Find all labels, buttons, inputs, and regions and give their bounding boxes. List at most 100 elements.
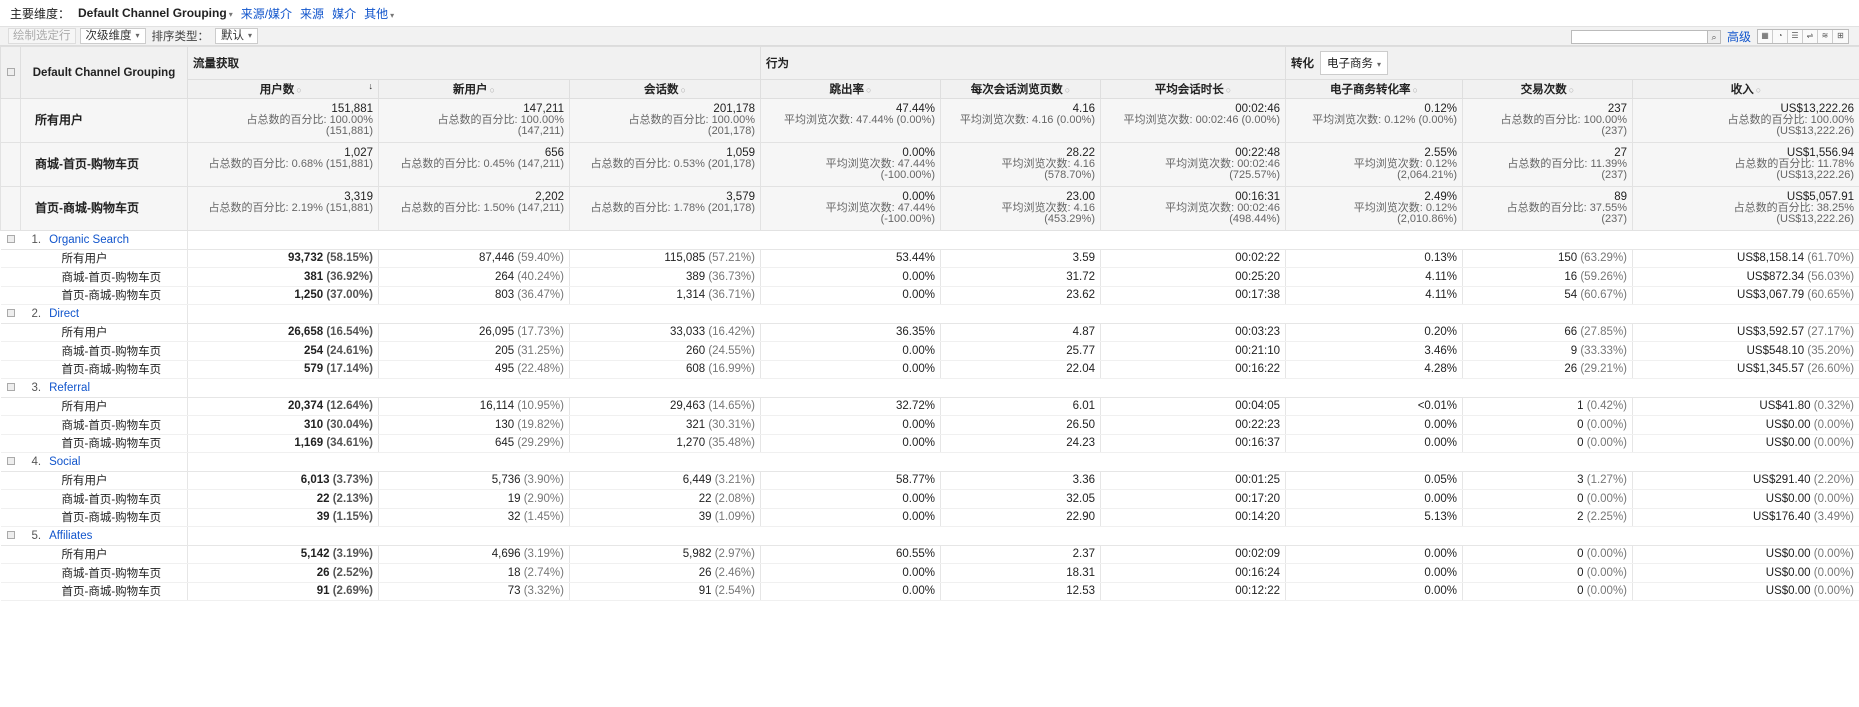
cell-value: 16,114 [479,400,515,413]
channel-link[interactable]: Affiliates [41,530,92,542]
cell-percent: (57.21%) [708,252,755,265]
dim-link-source-medium[interactable]: 来源/媒介 [241,5,292,22]
help-icon[interactable]: ○ [1569,85,1574,95]
summary-cell-ecommerce-conversion-rate: 0.12% 平均浏览次数: 0.12% (0.00%) [1285,98,1464,143]
cell-value: 803 [494,289,515,302]
cell-content: US$0.00 (0.00%) [1766,548,1854,560]
help-icon[interactable]: ○ [681,85,686,95]
pivot-view-icon[interactable]: ⊞ [1833,30,1848,43]
cell-value: 0.00% [902,289,935,302]
cell-percent: (14.65%) [708,400,755,413]
help-icon[interactable]: ○ [1065,85,1070,95]
help-icon[interactable]: ○ [490,85,495,95]
cell-users: 26,658 (16.54%) [187,323,379,342]
cell-percent: (1.15%) [332,511,373,524]
cell-value: 0.00% [902,437,935,450]
cell-value: 6,013 [300,474,330,487]
help-icon[interactable]: ○ [1413,85,1418,95]
dim-link-source[interactable]: 来源 [300,5,324,22]
dimension-header[interactable]: Default Channel Grouping [20,46,188,99]
column-header-bounce-rate[interactable]: 跳出率 ○ [760,79,941,99]
cell-pages-per-session: 24.23 [940,434,1101,453]
cell-value: 0.00% [902,492,935,505]
dim-link-other-label: 其他 [364,6,389,21]
cell-new-users: 495 (22.48%) [378,360,570,379]
row-checkbox[interactable] [0,230,21,250]
table-view-icon[interactable]: ▦ [1758,30,1773,43]
column-header-users[interactable]: 用户数 ○ ↓ [187,79,379,99]
column-header-sessions[interactable]: 会话数 ○ [569,79,761,99]
cell-value: 205 [494,344,515,357]
term-cloud-icon[interactable]: ≋ [1818,30,1833,43]
pie-view-icon[interactable]: ◔ [1773,30,1788,43]
plot-rows-button[interactable]: 绘制选定行 [8,28,76,44]
cell-value: 00:03:23 [1235,326,1281,339]
table-row: 所有用户 93,732 (58.15%) 87,446 (59.40%) 115,08… [0,249,1859,268]
row-spacer [0,249,21,268]
cell-percent: (2.69%) [332,585,373,598]
cell-content: 0 (0.00%) [1577,548,1627,560]
cell-revenue: US$0.00 (0.00%) [1632,415,1859,435]
cell-content: 0.00% [1424,585,1457,597]
channel-link[interactable]: Direct [41,308,79,320]
cell-percent: (36.73%) [708,270,755,283]
help-icon[interactable]: ○ [866,85,871,95]
cell-value: 260 [685,344,706,357]
cell-content: 4.11% [1425,289,1457,301]
primary-dimension-value: Default Channel Grouping [78,6,227,20]
search-icon[interactable]: ⌕ [1706,30,1720,43]
cell-pages-per-session: 26.50 [940,415,1101,435]
comparison-view-icon[interactable]: ⇌ [1803,30,1818,43]
cell-percent: (24.55%) [708,344,755,357]
cell-value: US$0.00 [1765,585,1811,598]
row-checkbox[interactable] [0,378,21,398]
row-checkbox[interactable] [0,526,21,546]
primary-dimension-selector[interactable]: Default Channel Grouping ▾ [78,6,233,20]
help-icon[interactable]: ○ [1756,85,1761,95]
help-icon[interactable]: ○ [1226,85,1231,95]
help-icon[interactable]: ○ [296,85,301,95]
cell-content: 3.59 [1073,252,1095,264]
segment-name: 首页-商城-购物车页 [20,582,188,601]
performance-view-icon[interactable]: ☰ [1788,30,1803,43]
cell-revenue: US$0.00 (0.00%) [1632,563,1859,583]
cell-value: 00:12:22 [1235,585,1281,598]
conversion-goal-dropdown[interactable]: 电子商务 ▾ [1320,51,1389,75]
column-header-pages-per-session[interactable]: 每次会话浏览页数 ○ [940,79,1101,99]
column-header-avg-session-duration[interactable]: 平均会话时长 ○ [1099,79,1287,99]
column-header-new-users[interactable]: 新用户 ○ [378,79,570,99]
column-header-revenue[interactable]: 收入 ○ [1632,79,1859,99]
channel-link[interactable]: Social [41,456,80,468]
secondary-dimension-dropdown[interactable]: 次级维度 ▾ [79,28,146,44]
column-header-ecommerce-conversion-rate[interactable]: 电子商务转化率 ○ [1285,79,1464,99]
cell-value: 53.44% [895,252,935,265]
cell-percent: (2.90%) [523,492,564,505]
cell-content: 91 (2.54%) [699,585,755,597]
cell-percent: (29.21%) [1580,363,1628,376]
channel-link[interactable]: Organic Search [41,234,129,246]
cell-content: 00:03:23 [1235,326,1280,338]
cell-users: 22 (2.13%) [187,489,379,509]
cell-value: US$548.10 [1746,344,1805,357]
cell-percent: (3.32%) [523,585,564,598]
sort-type-dropdown[interactable]: 默认 ▾ [215,28,259,44]
cell-value: 115,085 [664,252,706,265]
column-header-transactions[interactable]: 交易次数 ○ [1462,79,1634,99]
channel-link[interactable]: Referral [41,382,90,394]
cell-content: 00:16:22 [1235,363,1280,375]
cell-value: 26 [316,566,330,579]
table-search-input[interactable]: ⌕ [1570,29,1721,44]
cell-percent: (37.00%) [326,289,373,302]
dim-link-other[interactable]: 其他 ▾ [364,5,394,22]
chevron-down-icon: ▾ [248,31,253,40]
cell-avg-session-duration: 00:03:23 [1100,323,1287,342]
row-checkbox[interactable] [0,452,21,472]
cell-percent: (35.48%) [708,437,755,450]
select-all-checkbox[interactable] [0,46,21,99]
advanced-filter-link[interactable]: 高级 [1727,28,1751,45]
cell-content: 00:04:05 [1235,400,1280,412]
row-checkbox[interactable] [0,304,21,324]
dim-link-medium[interactable]: 媒介 [332,5,356,22]
cell-percent: (59.40%) [517,252,564,265]
table-row: 所有用户 6,013 (3.73%) 5,736 (3.90%) 6,449 (3.2… [0,471,1859,490]
